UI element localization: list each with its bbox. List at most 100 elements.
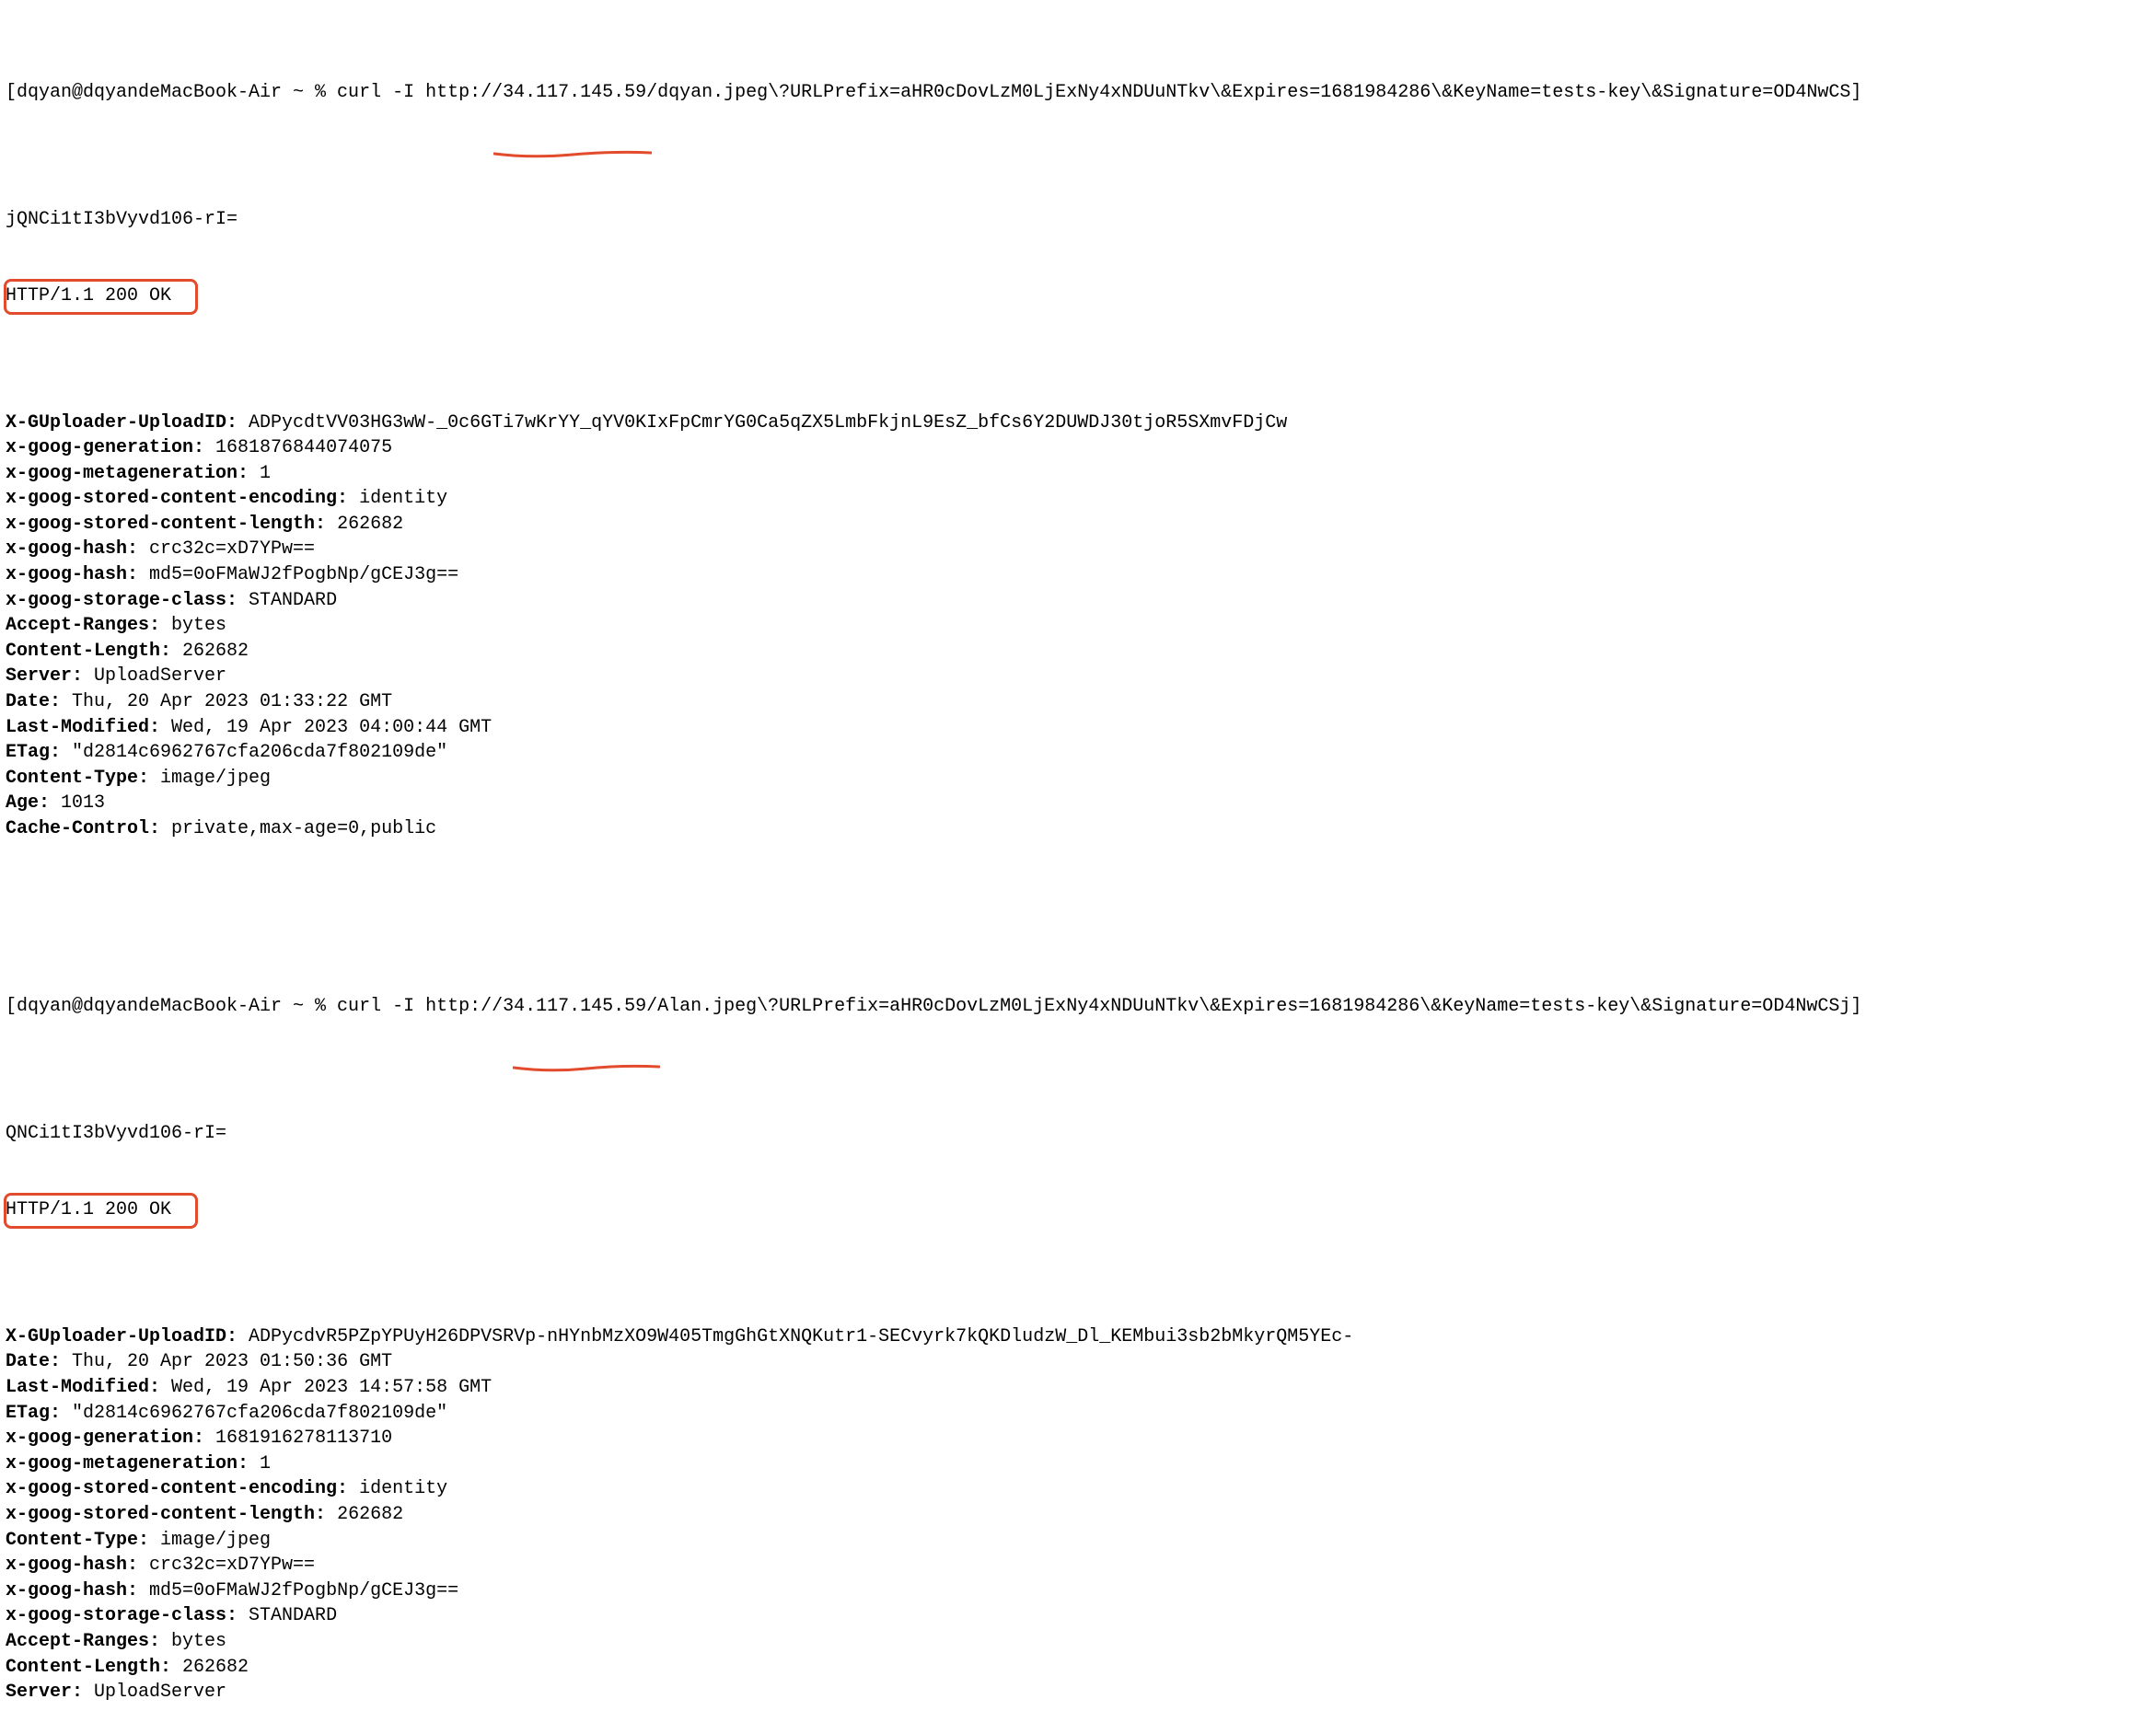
header-key: x-goog-hash: [6,564,138,585]
header-value: 1 [249,1453,271,1474]
response-header-line: Age: 1013 [6,791,2150,816]
response-header-line: Accept-Ranges: bytes [6,1629,2150,1655]
header-value: Thu, 20 Apr 2023 01:50:36 GMT [61,1351,392,1372]
response-header-line: Content-Type: image/jpeg [6,1528,2150,1554]
response-header-line: x-goog-hash: md5=0oFMaWJ2fPogbNp/gCEJ3g=… [6,1578,2150,1604]
response-header-line: Last-Modified: Wed, 19 Apr 2023 04:00:44… [6,715,2150,741]
header-key: x-goog-stored-content-encoding: [6,488,348,509]
response-header-line: Content-Length: 262682 [6,1655,2150,1681]
header-key: x-goog-generation: [6,1428,204,1449]
header-key: Content-Type: [6,1530,149,1551]
header-value: 262682 [326,514,403,535]
header-key: ETag: [6,742,61,763]
blank-line [6,893,2150,919]
header-value: ADPycdtVV03HG3wW-_0c6GTi7wKrYY_qYV0KIxFp… [238,412,1287,434]
response-header-line: Last-Modified: Wed, 19 Apr 2023 14:57:58… [6,1375,2150,1401]
header-value: crc32c=xD7YPw== [138,1555,315,1576]
curl-command-1: [dqyan@dqyandeMacBook-Air ~ % curl -I ht… [6,80,2150,156]
header-key: x-goog-storage-class: [6,1605,238,1626]
header-key: Date: [6,691,61,712]
header-value: image/jpeg [149,768,271,789]
response-header-line: x-goog-stored-content-encoding: identity [6,1476,2150,1502]
header-key: x-goog-stored-content-length: [6,514,326,535]
header-key: Content-Length: [6,641,171,662]
response-header-line: X-GUploader-UploadID: ADPycdtVV03HG3wW-_… [6,410,2150,436]
terminal-output: [dqyan@dqyandeMacBook-Air ~ % curl -I ht… [0,0,2156,1734]
response-header-line: Accept-Ranges: bytes [6,613,2150,639]
header-key: x-goog-metageneration: [6,463,249,484]
header-value: "d2814c6962767cfa206cda7f802109de" [61,1403,447,1424]
status-text: HTTP/1.1 200 OK [6,285,171,306]
header-value: ADPycdvR5PZpYPUyH26DPVSRVp-nHYnbMzXO9W40… [238,1326,1353,1347]
header-value: STANDARD [238,590,337,611]
header-value: private,max-age=0,public [160,818,436,839]
header-key: Date: [6,1351,61,1372]
header-key: Last-Modified: [6,717,160,738]
header-key: x-goog-hash: [6,1555,138,1576]
header-value: 1681916278113710 [204,1428,392,1449]
prompt-line-text: [dqyan@dqyandeMacBook-Air ~ % curl -I ht… [6,82,1861,103]
header-value: identity [348,1478,447,1499]
response-header-line: x-goog-hash: crc32c=xD7YPw== [6,1553,2150,1578]
response-header-line: x-goog-metageneration: 1 [6,461,2150,487]
header-value: 1 [249,463,271,484]
response-header-line: Server: UploadServer [6,664,2150,689]
curl-command-2-cont: QNCi1tI3bVyvd106-rI= [6,1121,2150,1147]
header-value: 1013 [50,792,105,814]
response-header-line: Content-Length: 262682 [6,639,2150,665]
response-header-line: ETag: "d2814c6962767cfa206cda7f802109de" [6,740,2150,766]
header-value: "d2814c6962767cfa206cda7f802109de" [61,742,447,763]
prompt-cont-text: QNCi1tI3bVyvd106-rI= [6,1123,226,1144]
header-key: x-goog-hash: [6,1580,138,1601]
header-key: X-GUploader-UploadID: [6,412,238,434]
header-key: x-goog-storage-class: [6,590,238,611]
header-key: Cache-Control: [6,818,160,839]
response-header-line: Cache-Control: private,max-age=0,public [6,816,2150,842]
curl-command-1-cont: jQNCi1tI3bVyvd106-rI= [6,207,2150,233]
header-value: Thu, 20 Apr 2023 01:33:22 GMT [61,691,392,712]
header-value: bytes [160,1631,226,1652]
response-header-line: x-goog-stored-content-length: 262682 [6,512,2150,538]
header-key: X-GUploader-UploadID: [6,1326,238,1347]
header-key: x-goog-metageneration: [6,1453,249,1474]
header-value: identity [348,488,447,509]
header-key: Content-Length: [6,1657,171,1678]
header-value: bytes [160,615,226,636]
http-status-2: HTTP/1.1 200 OK [6,1197,2150,1274]
header-value: Wed, 19 Apr 2023 04:00:44 GMT [160,717,492,738]
header-key: Accept-Ranges: [6,1631,160,1652]
response-header-line: x-goog-storage-class: STANDARD [6,1603,2150,1629]
response-header-line: Date: Thu, 20 Apr 2023 01:50:36 GMT [6,1349,2150,1375]
header-value: 262682 [171,641,249,662]
header-key: Age: [6,792,50,814]
header-value: STANDARD [238,1605,337,1626]
response-header-line: Server: UploadServer [6,1680,2150,1705]
response-header-line: x-goog-stored-content-encoding: identity [6,486,2150,512]
header-value: md5=0oFMaWJ2fPogbNp/gCEJ3g== [138,1580,458,1601]
response-header-line: ETag: "d2814c6962767cfa206cda7f802109de" [6,1401,2150,1427]
prompt-cont-text: jQNCi1tI3bVyvd106-rI= [6,209,238,230]
curl-command-2: [dqyan@dqyandeMacBook-Air ~ % curl -I ht… [6,994,2150,1070]
header-key: Server: [6,665,83,687]
header-key: Content-Type: [6,768,149,789]
header-key: Server: [6,1682,83,1703]
response-header-line: x-goog-stored-content-length: 262682 [6,1502,2150,1528]
header-key: x-goog-stored-content-length: [6,1504,326,1525]
header-key: Last-Modified: [6,1377,160,1398]
header-key: x-goog-hash: [6,538,138,560]
header-value: UploadServer [83,1682,226,1703]
response-header-line: x-goog-metageneration: 1 [6,1451,2150,1477]
response-header-line: Content-Type: image/jpeg [6,766,2150,792]
header-key: x-goog-generation: [6,437,204,458]
response-header-line: x-goog-hash: md5=0oFMaWJ2fPogbNp/gCEJ3g=… [6,562,2150,588]
header-value: image/jpeg [149,1530,271,1551]
header-value: crc32c=xD7YPw== [138,538,315,560]
header-key: Accept-Ranges: [6,615,160,636]
response-header-line: x-goog-storage-class: STANDARD [6,588,2150,614]
header-value: 262682 [326,1504,403,1525]
response-header-line: Date: Thu, 20 Apr 2023 01:33:22 GMT [6,689,2150,715]
header-value: 262682 [171,1657,249,1678]
header-value: 1681876844074075 [204,437,392,458]
response-header-line: x-goog-generation: 1681916278113710 [6,1426,2150,1451]
header-key: ETag: [6,1403,61,1424]
